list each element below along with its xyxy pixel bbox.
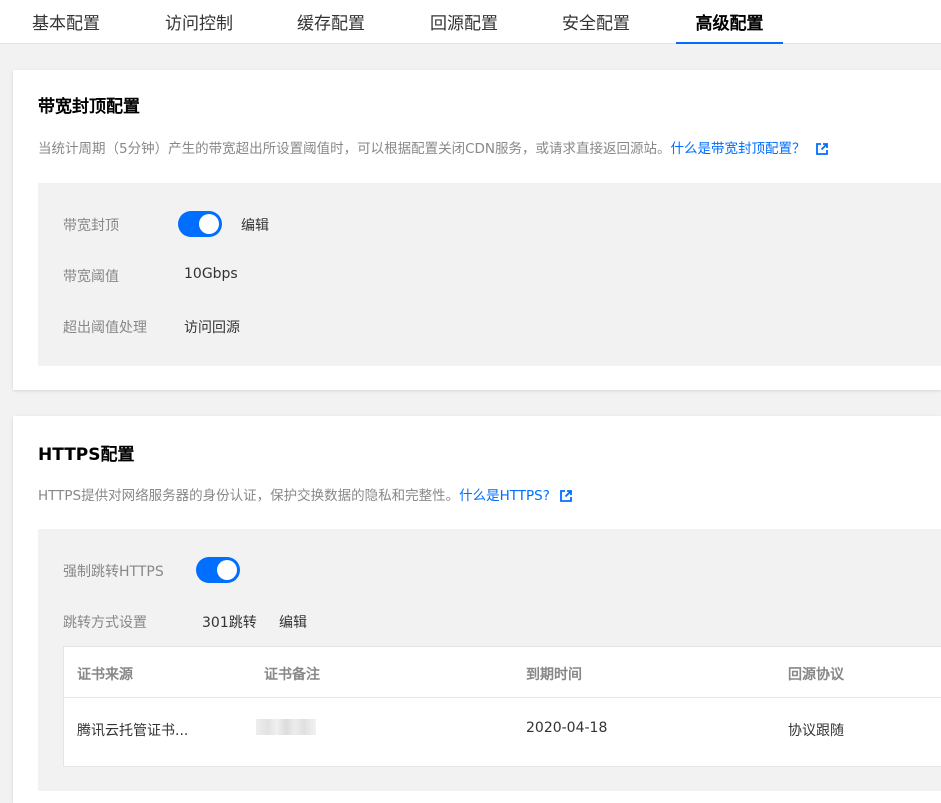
force-https-label: 强制跳转HTTPS [63, 564, 164, 580]
expiry-cell: 2020-04-18 [526, 720, 608, 736]
https-description-text: HTTPS提供对网络服务器的身份认证，保护交换数据的隐私和完整性。 [38, 488, 460, 504]
tab-basic-config[interactable]: 基本配置 [32, 12, 100, 44]
bandwidth-threshold-value: 10Gbps [184, 266, 238, 282]
https-help-link[interactable]: 什么是HTTPS? [459, 488, 550, 504]
external-link-icon[interactable] [815, 143, 828, 155]
bandwidth-cap-panel: 带宽封顶 编辑 带宽阈值 10Gbps 超出阈值处理 访问回源 [38, 183, 941, 366]
https-title: HTTPS配置 [38, 445, 135, 465]
table-divider [64, 697, 941, 698]
bandwidth-cap-help-link[interactable]: 什么是带宽封顶配置？ [671, 141, 806, 157]
bandwidth-threshold-label: 带宽阈值 [63, 269, 119, 285]
column-header-origin-protocol: 回源协议 [788, 667, 844, 683]
exceed-handling-value: 访问回源 [184, 320, 240, 336]
tab-advanced-config[interactable]: 高级配置 [676, 12, 783, 44]
bandwidth-cap-description: 当统计周期（5分钟）产生的带宽超出所设置阈值时，可以根据配置关闭CDN服务，或请… [38, 137, 828, 157]
bandwidth-cap-card: 带宽封顶配置 当统计周期（5分钟）产生的带宽超出所设置阈值时，可以根据配置关闭C… [13, 70, 941, 390]
tab-origin-config[interactable]: 回源配置 [430, 12, 498, 44]
redirect-method-label: 跳转方式设置 [63, 615, 147, 631]
toggle-knob [199, 214, 219, 234]
redirect-method-value: 301跳转 [202, 615, 257, 631]
bandwidth-cap-label: 带宽封顶 [63, 218, 119, 234]
https-panel: 强制跳转HTTPS 跳转方式设置 301跳转 编辑 证书来源 证书备注 到期时间… [38, 529, 941, 791]
toggle-knob [217, 560, 237, 580]
certificate-table: 证书来源 证书备注 到期时间 回源协议 腾讯云托管证书... 2020-04-1… [63, 646, 941, 767]
redirect-method-edit-link[interactable]: 编辑 [279, 612, 307, 632]
tab-cache-config[interactable]: 缓存配置 [297, 12, 365, 44]
external-link-icon[interactable] [560, 490, 572, 502]
cert-source-cell: 腾讯云托管证书... [77, 723, 189, 739]
column-header-cert-source: 证书来源 [77, 667, 133, 683]
bandwidth-cap-edit-link[interactable]: 编辑 [241, 215, 269, 235]
force-https-toggle[interactable] [196, 557, 240, 583]
redacted-cert-note [256, 719, 316, 735]
exceed-handling-label: 超出阈值处理 [63, 320, 147, 336]
bandwidth-cap-title: 带宽封顶配置 [38, 97, 140, 117]
column-header-cert-note: 证书备注 [264, 667, 320, 683]
origin-protocol-cell: 协议跟随 [788, 723, 844, 739]
tab-access-control[interactable]: 访问控制 [165, 12, 233, 44]
column-header-expiry: 到期时间 [526, 667, 582, 683]
https-description: HTTPS提供对网络服务器的身份认证，保护交换数据的隐私和完整性。什么是HTTP… [38, 484, 572, 504]
bandwidth-cap-toggle[interactable] [178, 211, 222, 237]
tab-bar: 基本配置 访问控制 缓存配置 回源配置 安全配置 高级配置 [0, 0, 941, 44]
tab-security-config[interactable]: 安全配置 [562, 12, 630, 44]
https-card: HTTPS配置 HTTPS提供对网络服务器的身份认证，保护交换数据的隐私和完整性… [13, 416, 941, 803]
bandwidth-cap-description-text: 当统计周期（5分钟）产生的带宽超出所设置阈值时，可以根据配置关闭CDN服务，或请… [38, 141, 671, 157]
